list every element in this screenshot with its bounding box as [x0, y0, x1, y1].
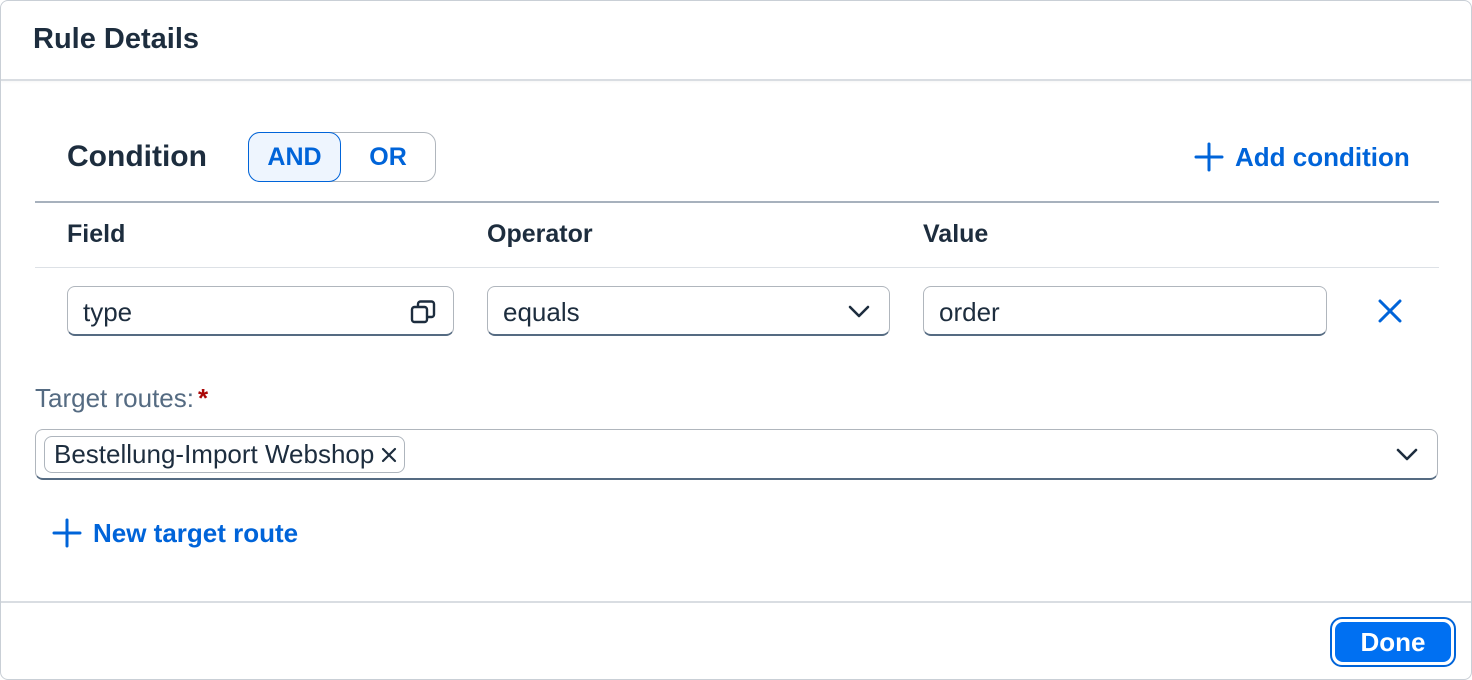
chevron-down-icon [848, 305, 870, 318]
plus-icon [52, 518, 82, 548]
column-header-operator: Operator [487, 220, 593, 248]
logic-and-button[interactable]: AND [248, 132, 341, 182]
done-button[interactable]: Done [1330, 617, 1456, 667]
add-condition-label: Add condition [1235, 141, 1410, 172]
column-header-value: Value [923, 220, 989, 248]
new-target-route-label: New target route [93, 517, 299, 548]
column-header-field: Field [67, 220, 126, 248]
remove-condition-icon[interactable] [1377, 298, 1403, 324]
target-routes-label: Target routes: * [35, 383, 208, 414]
condition-row-divider [35, 267, 1439, 268]
condition-title: Condition [67, 140, 207, 173]
chevron-down-icon[interactable] [1393, 441, 1421, 469]
operator-select-value: equals [503, 297, 580, 327]
value-help-icon[interactable] [409, 298, 437, 326]
new-target-route-button[interactable]: New target route [51, 517, 298, 549]
done-button-label: Done [1335, 622, 1451, 662]
rule-details-dialog: Rule Details Condition AND OR Add condit… [0, 0, 1472, 680]
dialog-header: Rule Details [1, 1, 1471, 81]
logic-segmented-button: AND OR [248, 132, 436, 182]
target-routes-label-text: Target routes: [35, 383, 194, 413]
target-routes-multicombobox[interactable]: Bestellung-Import Webshop [35, 429, 1438, 480]
plus-icon [1194, 142, 1224, 172]
required-marker: * [197, 383, 209, 413]
condition-header-divider [35, 201, 1439, 203]
dialog-footer: Done [1, 601, 1471, 679]
operator-select[interactable]: equals [487, 286, 890, 336]
field-input[interactable]: type [67, 286, 454, 336]
dialog-title: Rule Details [33, 23, 199, 55]
target-route-token-label: Bestellung-Import Webshop [54, 439, 375, 469]
value-input[interactable]: order [923, 286, 1327, 336]
token-remove-icon[interactable] [374, 440, 404, 470]
value-input-value: order [939, 297, 1000, 327]
target-route-token[interactable]: Bestellung-Import Webshop [44, 436, 406, 473]
field-input-value: type [83, 297, 133, 327]
add-condition-button[interactable]: Add condition [1193, 141, 1410, 173]
logic-or-button[interactable]: OR [341, 133, 435, 181]
